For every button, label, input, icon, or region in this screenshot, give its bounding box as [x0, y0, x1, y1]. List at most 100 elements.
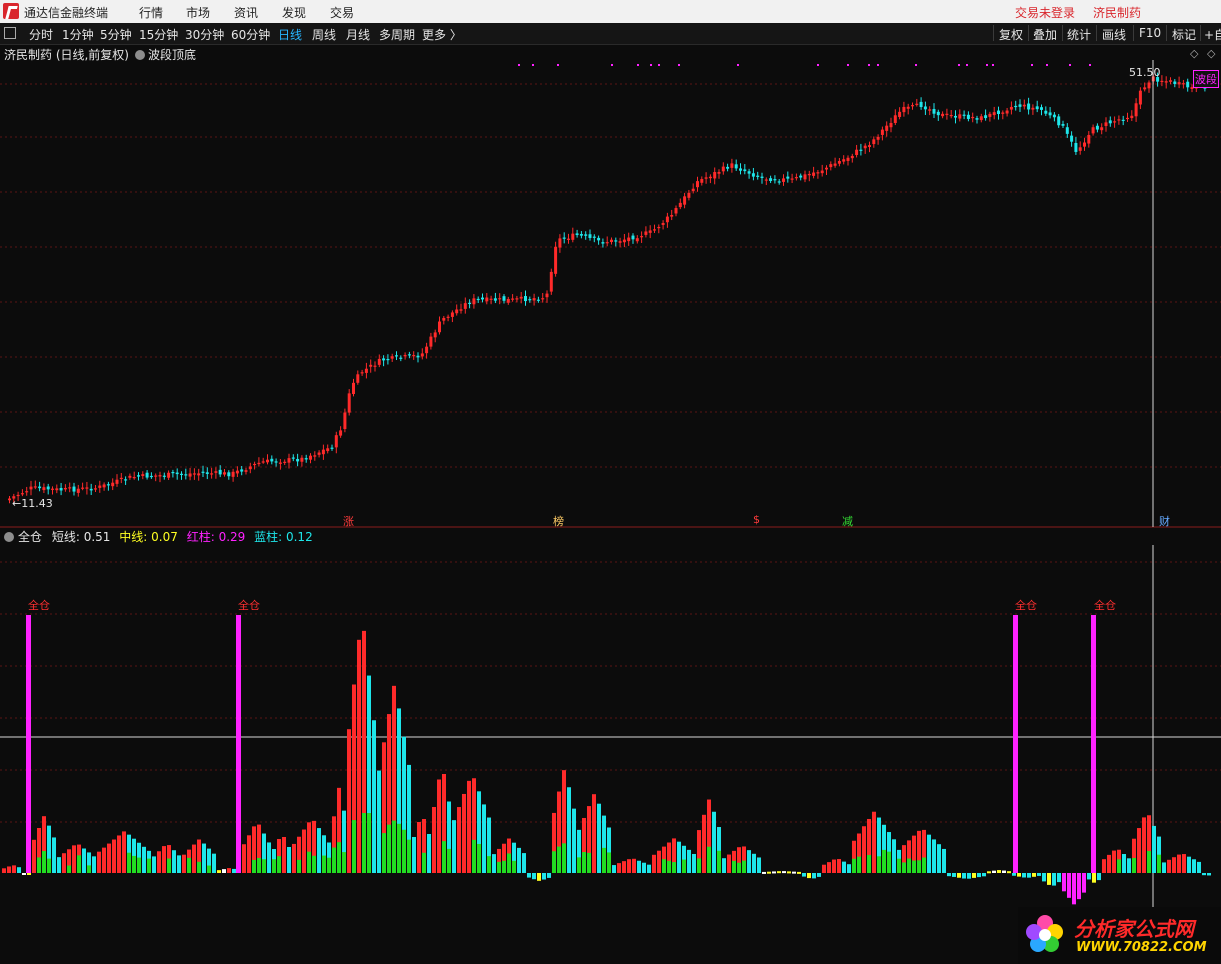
candle-body [459, 309, 463, 311]
candle-body [751, 173, 755, 177]
event-marker-board[interactable]: 榜 [553, 513, 564, 529]
candle-body [1040, 107, 1043, 110]
indicator-bar [927, 834, 931, 873]
candle-body [605, 242, 609, 244]
candle-body [945, 113, 949, 115]
indicator-title[interactable]: 全仓 [18, 530, 42, 544]
indicator-bar [1172, 857, 1176, 873]
indicator-bar-green [502, 860, 506, 873]
candle-body [1057, 116, 1061, 126]
candle-body [63, 487, 67, 490]
candle-body [46, 486, 50, 490]
candle-body [291, 457, 295, 459]
candle-body [992, 112, 996, 116]
red-bar-value: 0.29 [218, 530, 246, 544]
candle-body [1061, 124, 1065, 126]
indicator-bar [782, 871, 786, 874]
top-signal-dot [557, 64, 559, 66]
candle-body [1095, 125, 1099, 130]
indicator-bar [317, 828, 321, 873]
candle-body [708, 176, 712, 179]
indicator-dropdown-icon[interactable] [4, 532, 14, 542]
top-signal-dot [847, 64, 849, 66]
event-marker-reduce[interactable]: 减 [842, 513, 853, 529]
candle-body [721, 166, 725, 172]
wave-tag: 波段 [1193, 70, 1219, 88]
indicator-bar-green [322, 855, 326, 873]
mid-line-value: 0.07 [151, 530, 178, 544]
candle-body [1083, 142, 1086, 147]
indicator-bar [712, 811, 716, 873]
indicator-bar [2, 868, 6, 873]
indicator-bar-green [1147, 850, 1151, 873]
event-marker-dollar[interactable]: $ [753, 513, 760, 526]
candle-body [906, 106, 910, 109]
candle-body [386, 358, 390, 361]
indicator-bar [862, 826, 866, 873]
low-price-label: ←11.43 [12, 497, 53, 510]
candle-body [25, 491, 29, 493]
full-position-bar [1013, 615, 1018, 873]
candle-body [1126, 117, 1129, 120]
candle-body [1143, 87, 1147, 90]
candle-body [1070, 135, 1074, 142]
candle-body [704, 177, 708, 179]
chart-canvas[interactable] [0, 0, 1221, 964]
event-marker-limit-up[interactable]: 涨 [343, 513, 354, 529]
indicator-bar [892, 839, 896, 873]
candle-body [429, 336, 433, 347]
indicator-bar [757, 857, 761, 873]
candle-body [347, 393, 351, 413]
candle-body [760, 176, 764, 178]
indicator-bar-negative [1082, 873, 1086, 893]
candle-body [20, 493, 24, 495]
candle-body [773, 179, 777, 181]
blue-bar-value: 0.12 [285, 530, 313, 544]
candle-body [390, 356, 394, 359]
indicator-bar-green [37, 857, 41, 873]
indicator-bar [227, 868, 231, 873]
indicator-bar [702, 814, 706, 873]
indicator-bar [247, 835, 251, 873]
candle-body [1087, 134, 1091, 144]
indicator-bar [822, 864, 826, 873]
candle-body [197, 473, 201, 476]
indicator-bar-negative [807, 873, 811, 879]
indicator-bar-green [882, 849, 886, 873]
candle-body [240, 469, 244, 472]
candle-body [111, 482, 115, 487]
indicator-bar [632, 858, 636, 873]
indicator-bar [1137, 828, 1141, 873]
indicator-bar [377, 770, 381, 873]
candle-body [807, 173, 811, 176]
indicator-bar [492, 854, 496, 873]
top-signal-dot [1089, 64, 1091, 66]
indicator-bar [1102, 859, 1106, 873]
indicator-bar [747, 850, 751, 873]
indicator-bar [7, 866, 11, 873]
candle-body [102, 484, 106, 488]
candle-body [1001, 112, 1005, 114]
indicator-bar-green [877, 856, 881, 873]
indicator-bar-green [472, 839, 476, 873]
candle-body [244, 470, 248, 472]
indicator-bar-negative [952, 873, 956, 877]
candle-body [730, 163, 734, 168]
candle-body [98, 485, 102, 488]
candle-body [180, 473, 183, 475]
candle-body [635, 238, 639, 242]
candle-body [1065, 127, 1069, 134]
candle-body [820, 170, 824, 174]
candle-body [72, 486, 76, 492]
indicator-bar [597, 803, 601, 873]
candle-body [511, 298, 515, 300]
indicator-header: 全仓 短线: 0.51 中线: 0.07 红柱: 0.29 蓝柱: 0.12 [4, 528, 313, 545]
indicator-bar-green [602, 847, 606, 873]
indicator-bar-green [557, 846, 561, 873]
candle-body [278, 462, 282, 464]
indicator-bar-negative [1012, 873, 1016, 876]
event-marker-finance[interactable]: 财 [1159, 513, 1170, 529]
candle-body [850, 155, 854, 159]
candle-body [76, 488, 80, 493]
candle-body [1005, 110, 1009, 114]
